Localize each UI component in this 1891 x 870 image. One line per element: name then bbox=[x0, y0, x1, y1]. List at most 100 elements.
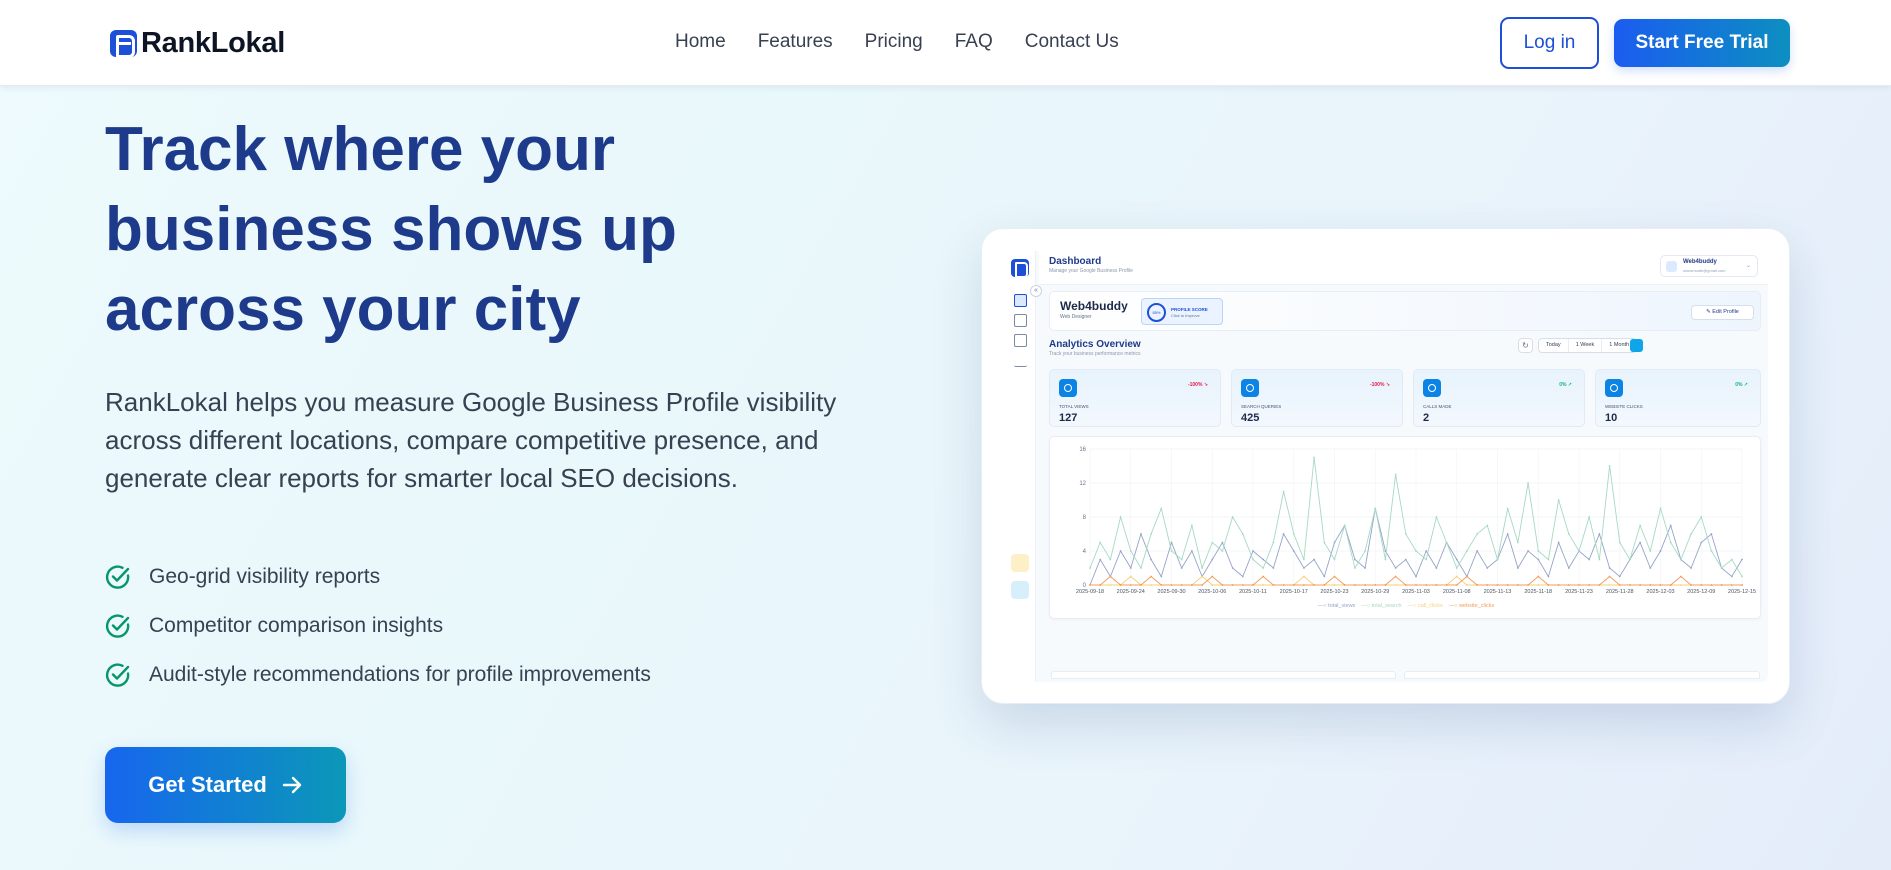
data-point-total_views bbox=[1211, 558, 1214, 561]
data-point-website_clicks bbox=[1588, 584, 1591, 586]
data-point-total_views bbox=[1649, 567, 1652, 569]
x-tick-label: 2025-10-11 bbox=[1239, 589, 1267, 595]
analytics-title: Analytics Overview bbox=[1049, 339, 1141, 350]
bar-chart-icon bbox=[1014, 354, 1027, 367]
data-point-website_clicks bbox=[1690, 584, 1692, 586]
data-point-total_search bbox=[1466, 550, 1468, 552]
data-point-call_clicks bbox=[1303, 575, 1305, 578]
kpi-delta: -100% ↘ bbox=[1369, 382, 1390, 388]
brand-logo[interactable]: RankLokal bbox=[110, 27, 285, 59]
login-button[interactable]: Log in bbox=[1500, 17, 1599, 69]
link-icon bbox=[1011, 554, 1029, 572]
dashboard-title: Dashboard bbox=[1049, 256, 1102, 267]
data-point-total_views bbox=[1435, 567, 1438, 569]
data-point-total_search bbox=[1608, 465, 1611, 467]
data-point-total_views bbox=[1425, 550, 1428, 552]
data-point-website_clicks bbox=[1567, 584, 1570, 586]
data-point-website_clicks bbox=[1679, 575, 1682, 578]
data-point-total_search bbox=[1282, 490, 1285, 493]
logo-icon bbox=[110, 29, 137, 58]
data-point-total_views bbox=[1303, 567, 1305, 569]
x-tick-label: 2025-11-03 bbox=[1402, 589, 1430, 595]
data-point-total_views bbox=[1119, 550, 1122, 552]
phone-icon bbox=[1423, 379, 1441, 397]
data-point-website_clicks bbox=[1089, 584, 1091, 586]
data-point-total_views bbox=[1455, 558, 1458, 561]
eye-icon bbox=[1059, 379, 1077, 397]
data-point-total_search bbox=[1659, 507, 1662, 510]
data-point-call_clicks bbox=[1537, 584, 1540, 586]
data-point-total_search bbox=[1231, 516, 1234, 518]
data-point-total_views bbox=[1353, 558, 1356, 561]
nav-link-home[interactable]: Home bbox=[675, 31, 726, 53]
data-point-website_clicks bbox=[1404, 584, 1407, 586]
data-point-total_views bbox=[1252, 550, 1254, 552]
data-point-total_views bbox=[1323, 575, 1326, 578]
legend-item-call_clicks: —○ call_clicks bbox=[1407, 603, 1443, 609]
data-point-website_clicks bbox=[1231, 584, 1234, 586]
data-point-total_search bbox=[1679, 558, 1682, 561]
check-circle-icon bbox=[105, 613, 130, 638]
nav-link-faq[interactable]: FAQ bbox=[955, 31, 993, 53]
refresh-icon: ↻ bbox=[1518, 338, 1533, 353]
data-point-total_views bbox=[1588, 558, 1591, 561]
data-point-total_search bbox=[1241, 533, 1244, 535]
data-point-total_search bbox=[1690, 533, 1692, 535]
nav-link-features[interactable]: Features bbox=[758, 31, 833, 53]
data-point-website_clicks bbox=[1292, 584, 1295, 586]
data-point-website_clicks bbox=[1669, 584, 1672, 586]
dashboard-subtitle: Manage your Google Business Profile bbox=[1049, 268, 1133, 274]
data-point-call_clicks bbox=[1394, 584, 1397, 586]
data-point-website_clicks bbox=[1333, 575, 1336, 578]
data-point-total_search bbox=[1730, 558, 1733, 561]
data-point-website_clicks bbox=[1557, 584, 1560, 586]
data-point-total_search bbox=[1669, 541, 1672, 544]
data-point-total_views bbox=[1567, 567, 1570, 569]
data-point-total_search bbox=[1099, 541, 1102, 544]
data-point-total_views bbox=[1313, 558, 1316, 561]
data-point-website_clicks bbox=[1730, 584, 1733, 586]
data-point-total_views bbox=[1170, 541, 1173, 544]
data-point-total_search bbox=[1710, 550, 1713, 552]
user-menu: Web4buddy sinusmcafe@gmail.com ⌄ bbox=[1660, 255, 1758, 277]
nav-link-contact[interactable]: Contact Us bbox=[1025, 31, 1119, 53]
start-free-trial-button[interactable]: Start Free Trial bbox=[1614, 19, 1790, 67]
data-point-website_clicks bbox=[1303, 584, 1305, 586]
data-point-total_views bbox=[1700, 541, 1703, 544]
x-tick-label: 2025-09-18 bbox=[1076, 589, 1104, 595]
dashboard-screenshot: « Dashboard Manage your Google Business … bbox=[1006, 251, 1768, 682]
y-tick-label: 16 bbox=[1079, 447, 1086, 453]
data-point-call_clicks bbox=[1262, 584, 1265, 586]
data-point-total_search bbox=[1445, 541, 1448, 544]
get-started-button[interactable]: Get Started bbox=[105, 747, 346, 823]
data-point-total_search bbox=[1394, 473, 1397, 476]
data-point-total_views bbox=[1598, 533, 1601, 535]
data-point-total_views bbox=[1190, 550, 1193, 552]
data-point-total_views bbox=[1506, 533, 1509, 535]
data-point-total_views bbox=[1690, 567, 1692, 569]
map-icon bbox=[1014, 334, 1027, 347]
kpi-value: 127 bbox=[1059, 412, 1078, 424]
data-point-total_search bbox=[1415, 550, 1417, 552]
data-point-website_clicks bbox=[1455, 584, 1458, 586]
data-point-call_clicks bbox=[1455, 575, 1458, 578]
x-tick-label: 2025-12-15 bbox=[1728, 589, 1756, 595]
edit-profile-button: ✎ Edit Profile bbox=[1691, 305, 1754, 320]
data-point-total_views bbox=[1333, 541, 1336, 544]
hero-description: RankLokal helps you measure Google Busin… bbox=[105, 387, 837, 493]
data-point-total_views bbox=[1241, 575, 1244, 578]
data-point-total_views bbox=[1486, 567, 1489, 569]
feature-text: Geo-grid visibility reports bbox=[149, 564, 381, 588]
data-point-website_clicks bbox=[1608, 575, 1611, 578]
user-name: Web4buddy bbox=[1683, 259, 1717, 265]
nav-link-pricing[interactable]: Pricing bbox=[865, 31, 923, 53]
data-point-website_clicks bbox=[1394, 575, 1397, 578]
data-point-total_search bbox=[1374, 507, 1377, 510]
range-selector: Today 1 Week 1 Month bbox=[1538, 338, 1638, 353]
data-point-total_views bbox=[1282, 533, 1285, 535]
data-point-website_clicks bbox=[1160, 584, 1163, 586]
data-point-total_views bbox=[1180, 567, 1183, 569]
profile-name: Web4buddy bbox=[1060, 299, 1128, 313]
analytics-subtitle: Track your business performance metrics bbox=[1049, 351, 1141, 357]
data-point-total_search bbox=[1313, 456, 1316, 459]
